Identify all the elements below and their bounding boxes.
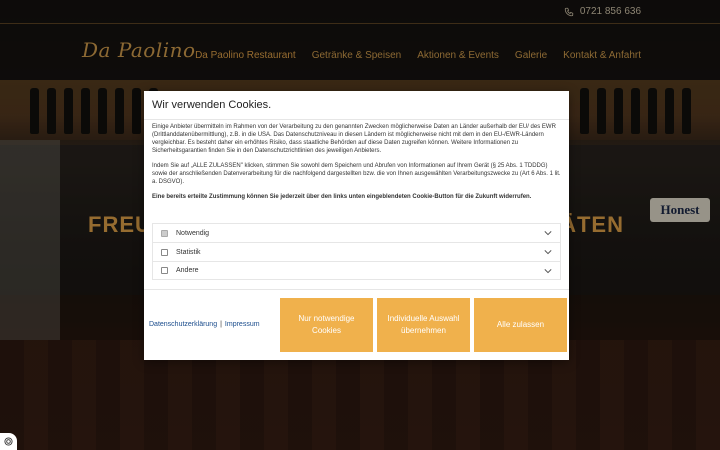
chevron-down-icon[interactable] — [544, 248, 552, 256]
cookie-intro: Einige Anbieter übermitteln im Rahmen vo… — [152, 123, 562, 208]
necessary-checkbox — [161, 229, 168, 237]
other-checkbox[interactable] — [161, 267, 168, 274]
cookie-title: Wir verwenden Cookies. — [152, 99, 272, 111]
imprint-link[interactable]: Impressum — [225, 321, 260, 328]
cookie-paragraph-consent: Indem Sie auf „ALLE ZULASSEN" klicken, s… — [152, 163, 561, 185]
cookie-settings-button[interactable] — [0, 433, 17, 450]
cookie-categories: Notwendig Statistik Andere — [152, 223, 561, 280]
cookie-buttons: Nur notwendige Cookies Individuelle Ausw… — [280, 298, 567, 352]
cookie-dialog: Wir verwenden Cookies. Einige Anbieter ü… — [144, 91, 569, 360]
necessary-only-button[interactable]: Nur notwendige Cookies — [280, 298, 373, 352]
fingerprint-icon — [4, 437, 13, 446]
cookie-category-necessary[interactable]: Notwendig — [152, 223, 561, 242]
cookie-paragraph-transfer: Einige Anbieter übermitteln im Rahmen vo… — [152, 124, 556, 154]
category-label: Statistik — [176, 248, 201, 256]
privacy-policy-link[interactable]: Datenschutzerklärung — [149, 321, 217, 328]
cookie-links: Datenschutzerklärung | Impressum — [149, 321, 260, 328]
statistics-checkbox[interactable] — [161, 248, 168, 256]
category-label: Notwendig — [176, 229, 210, 237]
chevron-down-icon[interactable] — [544, 267, 552, 275]
save-selection-button[interactable]: Individuelle Auswahl übernehmen — [377, 298, 470, 352]
category-label: Andere — [176, 267, 199, 274]
accept-all-button[interactable]: Alle zulassen — [474, 298, 567, 352]
cookie-category-other[interactable]: Andere — [152, 261, 561, 280]
cookie-paragraph-revoke: Eine bereits erteilte Zustimmung können … — [152, 194, 532, 200]
chevron-down-icon[interactable] — [544, 229, 552, 237]
cookie-category-statistics[interactable]: Statistik — [152, 242, 561, 261]
link-separator: | — [220, 321, 222, 328]
